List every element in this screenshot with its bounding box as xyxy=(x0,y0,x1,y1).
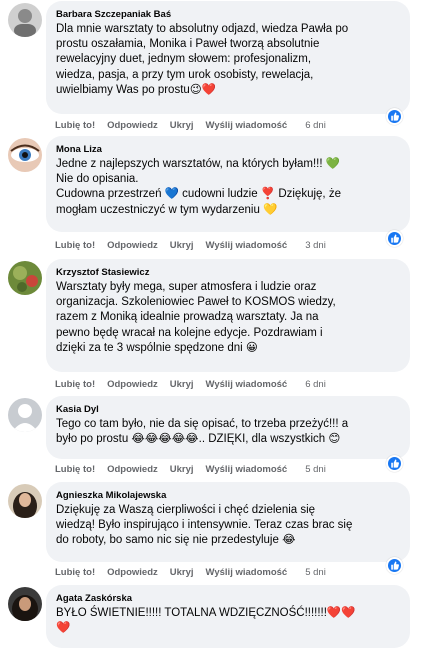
avatar[interactable] xyxy=(8,138,42,172)
reply-link[interactable]: Odpowiedz xyxy=(107,120,158,131)
like-link[interactable]: Lubię to! xyxy=(55,379,95,390)
comment-bubble: Agata Zaskórska BYŁO ŚWIETNIE!!!!! TOTAL… xyxy=(46,585,410,648)
comment-bubble: Mona Liza Jedne z najlepszych warsztatów… xyxy=(46,136,410,232)
thumbs-up-icon xyxy=(391,112,400,121)
comment-text: Dla mnie warsztaty to absolutny odjazd, … xyxy=(56,23,349,96)
comment-author[interactable]: Krzysztof Stasiewicz xyxy=(56,267,400,278)
comment-actions: Lubię to! Odpowiedz Ukryj Wyślij wiadomość 3… xyxy=(55,240,338,254)
reply-link[interactable]: Odpowiedz xyxy=(107,567,158,578)
comment-author[interactable]: Agnieszka Mikolajewska xyxy=(56,490,400,501)
send-message-link[interactable]: Wyślij wiadomość xyxy=(206,240,288,251)
reply-link[interactable]: Odpowiedz xyxy=(107,240,158,251)
like-link[interactable]: Lubię to! xyxy=(55,240,95,251)
avatar[interactable] xyxy=(8,3,42,37)
thumbs-up-icon xyxy=(391,561,400,570)
hide-link[interactable]: Ukryj xyxy=(170,379,194,390)
thumbs-up-icon xyxy=(391,459,400,468)
comment-text: Dziękuję za Waszą cierpliwości i chęć dz… xyxy=(56,504,353,547)
like-link[interactable]: Lubię to! xyxy=(55,120,95,131)
hide-link[interactable]: Ukryj xyxy=(170,240,194,251)
comment-actions: Lubię to! Odpowiedz Ukryj Wyślij wiadomość 5… xyxy=(55,567,338,581)
send-message-link[interactable]: Wyślij wiadomość xyxy=(206,120,288,131)
like-count-badge[interactable] xyxy=(386,108,403,125)
send-message-link[interactable]: Wyślij wiadomość xyxy=(206,464,288,475)
comment-actions: Lubię to! Odpowiedz Ukryj Wyślij wiadomość 6… xyxy=(55,120,338,134)
like-count-badge[interactable] xyxy=(386,230,403,247)
reply-link[interactable]: Odpowiedz xyxy=(107,379,158,390)
reply-link[interactable]: Odpowiedz xyxy=(107,464,158,475)
comment-author[interactable]: Mona Liza xyxy=(56,144,400,155)
comment-bubble: Krzysztof Stasiewicz Warsztaty były mega… xyxy=(46,259,410,372)
hide-link[interactable]: Ukryj xyxy=(170,464,194,475)
comment-text: Warsztaty były mega, super atmosfera i l… xyxy=(56,281,336,354)
hide-link[interactable]: Ukryj xyxy=(170,120,194,131)
comment-bubble: Agnieszka Mikolajewska Dziękuję za Waszą… xyxy=(46,482,410,562)
comment-actions: Lubię to! Odpowiedz Ukryj Wyślij wiadomość 6… xyxy=(55,379,338,393)
comment-actions: Lubię to! Odpowiedz Ukryj Wyślij wiadomość 5… xyxy=(55,464,338,478)
comment-text: BYŁO ŚWIETNIE!!!!! TOTALNA WDZIĘCZNOŚĆ!!… xyxy=(56,607,356,635)
comment-bubble: Barbara Szczepaniak Baś Dla mnie warszta… xyxy=(46,1,410,114)
timestamp[interactable]: 6 dni xyxy=(305,379,326,390)
comment-bubble: Kasia Dyl Tego co tam było, nie da się o… xyxy=(46,396,410,459)
timestamp[interactable]: 5 dni xyxy=(305,567,326,578)
avatar[interactable] xyxy=(8,484,42,518)
send-message-link[interactable]: Wyślij wiadomość xyxy=(206,567,288,578)
like-count-badge[interactable] xyxy=(386,557,403,574)
like-link[interactable]: Lubię to! xyxy=(55,464,95,475)
avatar[interactable] xyxy=(8,398,42,432)
comment-author[interactable]: Kasia Dyl xyxy=(56,404,400,415)
like-link[interactable]: Lubię to! xyxy=(55,567,95,578)
comment-author[interactable]: Agata Zaskórska xyxy=(56,593,400,604)
timestamp[interactable]: 3 dni xyxy=(305,240,326,251)
avatar[interactable] xyxy=(8,261,42,295)
send-message-link[interactable]: Wyślij wiadomość xyxy=(206,379,288,390)
hide-link[interactable]: Ukryj xyxy=(170,567,194,578)
avatar[interactable] xyxy=(8,587,42,621)
timestamp[interactable]: 6 dni xyxy=(305,120,326,131)
like-count-badge[interactable] xyxy=(386,455,403,472)
comment-author[interactable]: Barbara Szczepaniak Baś xyxy=(56,9,400,20)
thumbs-up-icon xyxy=(391,234,400,243)
comment-text: Tego co tam było, nie da się opisać, to … xyxy=(56,418,349,446)
comment-text: Jedne z najlepszych warsztatów, na który… xyxy=(56,158,341,216)
timestamp[interactable]: 5 dni xyxy=(305,464,326,475)
